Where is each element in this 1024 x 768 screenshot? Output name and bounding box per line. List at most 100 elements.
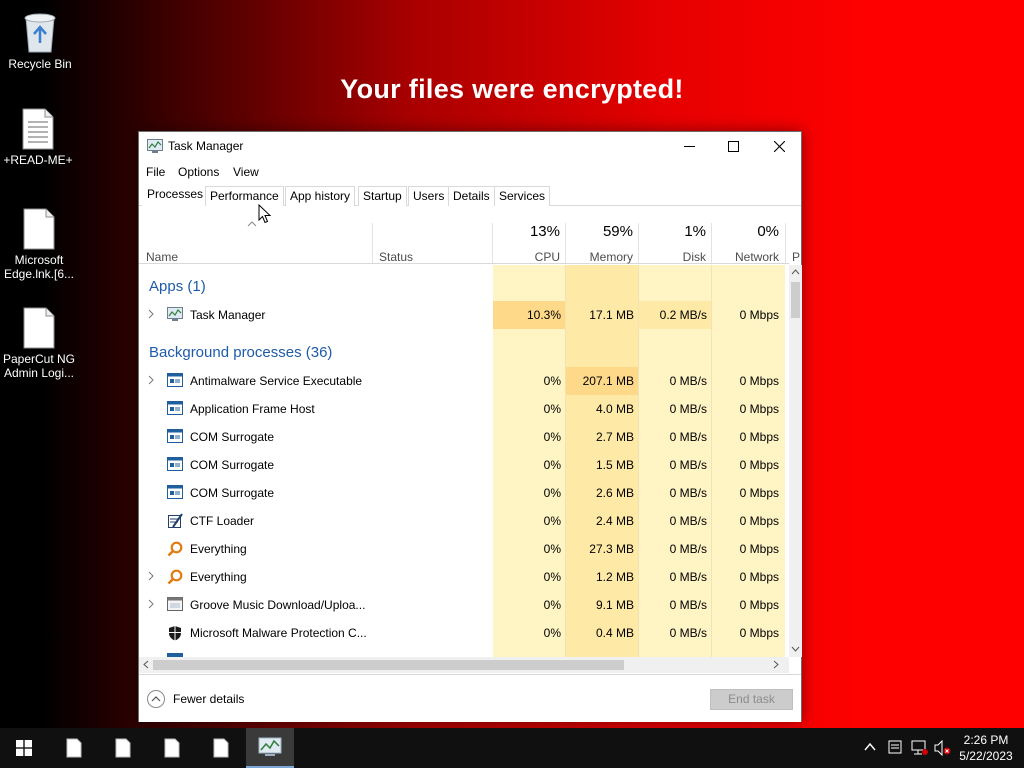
network-cell: 0 Mbps [739, 430, 779, 444]
cpu-total: 13% [529, 223, 560, 240]
minimize-button[interactable] [666, 132, 712, 160]
chevron-up-circle-icon[interactable] [147, 690, 165, 708]
app-window-icon [167, 597, 183, 611]
process-name: Task Manager [190, 308, 266, 322]
disk-cell: 0 MB/s [669, 402, 707, 416]
table-row[interactable]: Antimalware Service Executable 0% 207.1 … [139, 367, 789, 395]
start-button[interactable] [0, 728, 48, 768]
table-row[interactable]: CTF Loader 0% 2.4 MB 0 MB/s 0 Mbps [139, 507, 789, 535]
desktop-icon-papercut[interactable]: PaperCut NG Admin Logi... [0, 307, 79, 380]
taskbar-file-button[interactable] [99, 728, 147, 768]
menu-options[interactable]: Options [178, 165, 219, 179]
network-icon[interactable] [911, 740, 929, 756]
process-name: Everything [190, 542, 247, 556]
process-name: Microsoft Malware Protection C... [190, 626, 367, 640]
cpu-cell: 0% [543, 542, 561, 556]
action-center-icon[interactable] [888, 740, 902, 754]
tab-users[interactable]: Users [408, 186, 450, 206]
disk-cell: 0 MB/s [669, 514, 707, 528]
table-row[interactable]: Microsoft Malware Protection C... 0% 0.4… [139, 619, 789, 647]
maximize-button[interactable] [710, 132, 756, 160]
column-status[interactable]: Status [379, 250, 413, 264]
cpu-label: CPU [534, 250, 560, 264]
table-row[interactable]: Groove Music Download/Uploa... 0% 9.1 MB… [139, 591, 789, 619]
cpu-cell: 0% [543, 514, 561, 528]
column-divider [565, 223, 566, 263]
service-window-icon [167, 485, 183, 499]
cpu-cell: 0% [543, 458, 561, 472]
horizontal-scroll-thumb[interactable] [153, 660, 624, 670]
column-power-partial[interactable]: P [792, 250, 802, 264]
table-row[interactable]: Everything 0% 27.3 MB 0 MB/s 0 Mbps [139, 535, 789, 563]
process-name: COM Surrogate [190, 458, 275, 472]
table-row[interactable]: Application Frame Host 0% 4.0 MB 0 MB/s … [139, 395, 789, 423]
memory-label: Memory [589, 250, 633, 264]
cpu-cell: 0% [543, 486, 561, 500]
chevron-right-icon[interactable] [148, 309, 154, 319]
tab-processes[interactable]: Processes [142, 184, 209, 207]
menu-view[interactable]: View [233, 165, 259, 179]
horizontal-scrollbar[interactable] [139, 657, 789, 673]
process-name: COM Surrogate [190, 430, 275, 444]
chevron-right-icon[interactable] [148, 375, 154, 385]
disk-label: Disk [682, 250, 706, 264]
vertical-scroll-thumb[interactable] [791, 282, 800, 318]
file-icon [213, 738, 229, 758]
taskbar: 2:26 PM 5/22/2023 [0, 728, 1024, 768]
disk-cell: 0 MB/s [669, 626, 707, 640]
title-bar[interactable]: Task Manager [139, 132, 801, 160]
chevron-right-icon[interactable] [148, 599, 154, 609]
tab-details[interactable]: Details [448, 186, 495, 206]
tab-app-history[interactable]: App history [285, 186, 356, 206]
chevron-right-icon[interactable] [148, 571, 154, 581]
close-button[interactable] [756, 132, 802, 160]
process-name: CTF Loader [190, 514, 255, 528]
cpu-cell: 0% [543, 402, 561, 416]
memory-cell: 2.7 MB [595, 430, 634, 444]
memory-cell: 17.1 MB [589, 308, 634, 322]
window-title: Task Manager [168, 139, 244, 153]
menu-bar: File Options View [139, 161, 801, 183]
tab-startup[interactable]: Startup [358, 186, 407, 206]
taskbar-clock[interactable]: 2:26 PM 5/22/2023 [950, 732, 1022, 764]
disk-cell: 0 MB/s [669, 486, 707, 500]
tab-services[interactable]: Services [494, 186, 551, 206]
menu-file[interactable]: File [146, 165, 165, 179]
process-name: Groove Music Download/Uploa... [190, 598, 366, 612]
table-row[interactable]: COM Surrogate 0% 1.5 MB 0 MB/s 0 Mbps [139, 451, 789, 479]
group-apps[interactable]: Apps (1) [149, 278, 206, 295]
scroll-down-icon[interactable] [791, 646, 800, 652]
scroll-left-icon[interactable] [143, 660, 149, 669]
network-label: Network [734, 250, 779, 264]
vertical-scrollbar[interactable] [789, 265, 802, 657]
scroll-up-icon[interactable] [791, 269, 800, 275]
fewer-details-link[interactable]: Fewer details [173, 692, 244, 706]
tab-performance[interactable]: Performance [205, 186, 284, 206]
table-row[interactable]: Task Manager 10.3% 17.1 MB 0.2 MB/s 0 Mb… [139, 301, 789, 329]
taskbar-task-manager-button[interactable] [246, 728, 294, 768]
disk-cell: 0.2 MB/s [659, 308, 707, 322]
taskbar-file-button[interactable] [50, 728, 98, 768]
taskbar-file-button[interactable] [197, 728, 245, 768]
network-cell: 0 Mbps [739, 486, 779, 500]
text-file-icon [22, 108, 54, 150]
desktop-icon-edge-lnk[interactable]: Microsoft Edge.lnk.[6... [0, 208, 79, 281]
disk-cell: 0 MB/s [669, 598, 707, 612]
cpu-cell: 0% [543, 570, 561, 584]
group-background[interactable]: Background processes (36) [149, 344, 332, 361]
cpu-cell: 10.3% [526, 308, 561, 322]
sort-up-icon [247, 221, 257, 227]
network-total: 0% [757, 223, 779, 240]
table-row[interactable]: COM Surrogate 0% 2.7 MB 0 MB/s 0 Mbps [139, 423, 789, 451]
table-row[interactable]: Everything 0% 1.2 MB 0 MB/s 0 Mbps [139, 563, 789, 591]
desktop-icon-recycle-bin[interactable]: Recycle Bin [0, 8, 80, 71]
chevron-up-icon[interactable] [864, 742, 876, 752]
table-row[interactable]: COM Surrogate 0% 2.6 MB 0 MB/s 0 Mbps [139, 479, 789, 507]
column-name[interactable]: Name [146, 250, 178, 264]
end-task-button[interactable]: End task [710, 689, 793, 710]
task-manager-window: Task Manager File Options View Processes… [138, 131, 802, 722]
scroll-right-icon[interactable] [773, 660, 779, 669]
taskbar-file-button[interactable] [148, 728, 196, 768]
mouse-cursor-icon [258, 204, 272, 224]
desktop-icon-readme[interactable]: +READ-ME+ [0, 108, 78, 167]
